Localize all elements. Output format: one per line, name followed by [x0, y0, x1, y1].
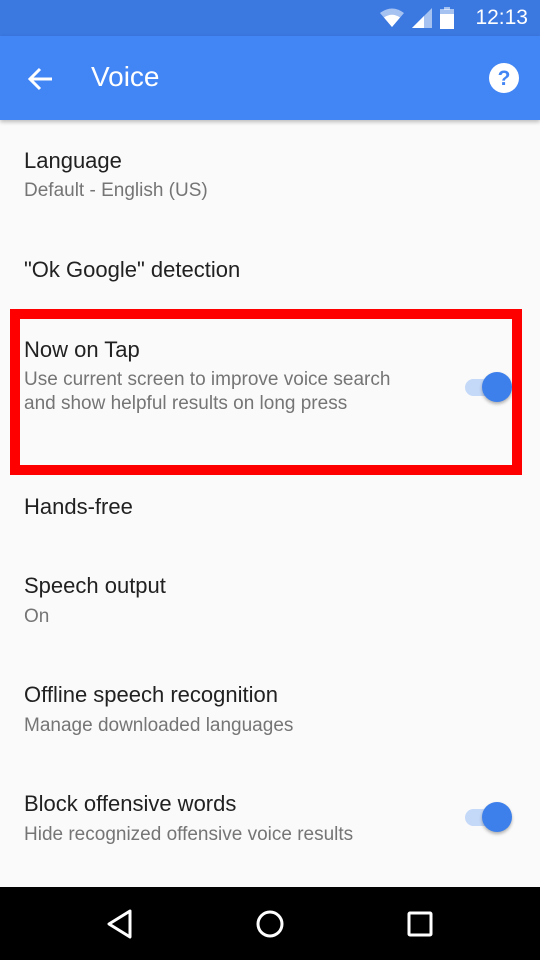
setting-title: Speech output: [24, 573, 166, 598]
setting-title: Language: [24, 148, 122, 173]
setting-title: "Ok Google" detection: [24, 257, 241, 282]
navigation-bar: [0, 887, 540, 960]
setting-hands-free[interactable]: Hands-free: [0, 480, 540, 536]
setting-ok-google-detection[interactable]: "Ok Google" detection: [0, 244, 540, 300]
status-bar: 12:13: [0, 0, 540, 36]
setting-title: Now on Tap: [24, 337, 140, 362]
help-circle-icon[interactable]: ?: [488, 62, 520, 94]
block-offensive-words-toggle[interactable]: [462, 800, 512, 834]
back-triangle-icon[interactable]: [103, 907, 137, 941]
wifi-icon: [380, 8, 404, 27]
setting-now-on-tap[interactable]: Now on Tap Use current screen to improve…: [0, 330, 540, 450]
setting-block-offensive-words[interactable]: Block offensive words Hide recognized of…: [0, 781, 540, 865]
toggle-thumb: [482, 372, 512, 402]
cellular-signal-icon: [412, 8, 432, 28]
setting-title: Offline speech recognition: [24, 682, 278, 707]
battery-icon: [440, 7, 454, 29]
recents-square-icon[interactable]: [403, 907, 437, 941]
setting-subtitle: Default - English (US): [24, 180, 208, 201]
setting-title: Hands-free: [24, 494, 133, 519]
setting-offline-speech-recognition[interactable]: Offline speech recognition Manage downlo…: [0, 672, 540, 756]
setting-title: Block offensive words: [24, 791, 237, 816]
app-bar: Voice ?: [0, 36, 540, 120]
status-icons: [380, 7, 454, 29]
svg-text:?: ?: [498, 67, 511, 90]
home-circle-icon[interactable]: [253, 907, 287, 941]
clock: 12:13: [475, 6, 528, 29]
now-on-tap-toggle[interactable]: [462, 370, 512, 404]
setting-subtitle: Manage downloaded languages: [24, 715, 294, 736]
setting-speech-output[interactable]: Speech output On: [0, 563, 540, 647]
setting-subtitle: Use current screen to improve voice sear…: [24, 369, 391, 414]
setting-subtitle: On: [24, 606, 50, 627]
setting-language[interactable]: Language Default - English (US): [0, 140, 540, 224]
setting-subtitle: Hide recognized offensive voice results: [24, 824, 354, 845]
page-title: Voice: [91, 61, 160, 92]
arrow-left-icon[interactable]: [26, 64, 56, 94]
toggle-thumb: [482, 802, 512, 832]
